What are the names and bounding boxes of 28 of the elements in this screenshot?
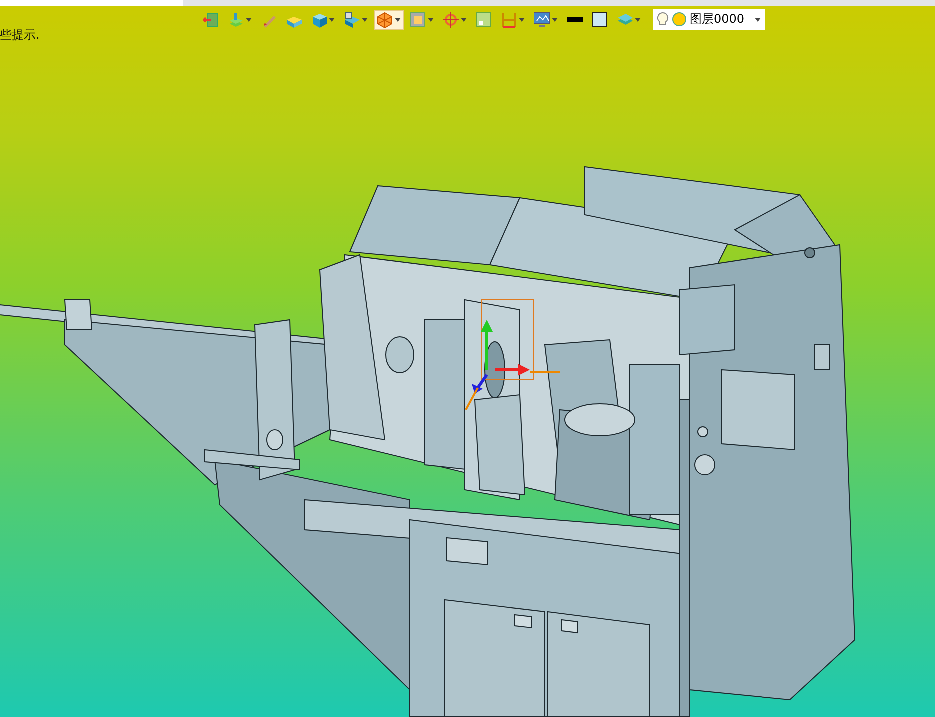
lightbulb-icon bbox=[657, 12, 669, 28]
layer-dropdown[interactable]: 图层0000 bbox=[653, 9, 765, 30]
tool-icon bbox=[592, 12, 608, 28]
tool-icon bbox=[344, 12, 360, 28]
tool-icon bbox=[501, 12, 517, 28]
caret-icon bbox=[755, 18, 761, 22]
caret-icon bbox=[329, 18, 335, 22]
circle-icon bbox=[672, 12, 687, 27]
hint-text: 些提示. bbox=[0, 27, 40, 44]
caret-icon bbox=[461, 18, 467, 22]
tool-icon bbox=[567, 17, 583, 22]
tool-icon bbox=[203, 12, 219, 28]
caret-icon bbox=[362, 18, 368, 22]
tool-icon bbox=[476, 12, 492, 28]
tool-icon bbox=[377, 12, 393, 28]
tool-icon bbox=[311, 12, 327, 28]
caret-icon bbox=[635, 18, 641, 22]
tool-icon bbox=[228, 12, 244, 28]
caret-icon bbox=[395, 18, 401, 22]
caret-icon bbox=[519, 18, 525, 22]
tool-icon bbox=[443, 12, 459, 28]
toolbar-button[interactable] bbox=[531, 10, 561, 30]
tool-icon bbox=[410, 12, 426, 28]
caret-icon bbox=[246, 18, 252, 22]
caret-icon bbox=[552, 18, 558, 22]
tool-icon bbox=[617, 12, 633, 28]
caret-icon bbox=[428, 18, 434, 22]
tool-icon bbox=[534, 12, 550, 28]
